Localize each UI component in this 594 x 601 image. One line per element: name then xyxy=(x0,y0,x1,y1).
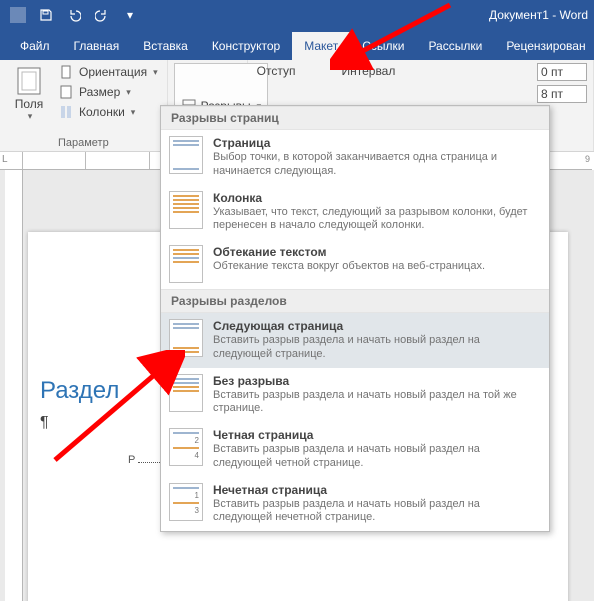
orientation-button[interactable]: Ориентация▾ xyxy=(56,63,161,81)
section-break-marker: Р xyxy=(128,454,135,466)
spacing-before-input[interactable]: 0 пт xyxy=(537,63,587,81)
tab-review[interactable]: Рецензирован xyxy=(494,32,594,60)
next-page-break-icon xyxy=(169,319,203,357)
qat-more-icon[interactable]: ▾ xyxy=(118,3,142,27)
margins-button[interactable]: Поля ▾ xyxy=(6,63,52,135)
pilcrow-icon: ¶ xyxy=(40,414,49,432)
break-odd-page[interactable]: 13 Нечетная страницаВставить разрыв разд… xyxy=(161,477,549,532)
document-title: Документ1 - Word xyxy=(489,8,588,22)
spacing-after-input[interactable]: 8 пт xyxy=(537,85,587,103)
break-column[interactable]: КолонкаУказывает, что текст, следующий з… xyxy=(161,185,549,240)
group-page-setup: Поля ▾ Ориентация▾ Размер▾ Колонки▾ Пара… xyxy=(0,60,168,151)
odd-page-break-icon: 13 xyxy=(169,483,203,521)
margins-label: Поля xyxy=(15,97,44,111)
title-bar: ▾ Документ1 - Word xyxy=(0,0,594,30)
even-page-break-icon: 24 xyxy=(169,428,203,466)
size-button[interactable]: Размер▾ xyxy=(56,83,161,101)
chevron-down-icon: ▾ xyxy=(28,111,33,122)
break-continuous[interactable]: Без разрываВставить разрыв раздела и нач… xyxy=(161,368,549,423)
tab-insert[interactable]: Вставка xyxy=(131,32,200,60)
ribbon-tabs: Файл Главная Вставка Конструктор Макет С… xyxy=(0,30,594,60)
break-text-wrapping[interactable]: Обтекание текстомОбтекание текста вокруг… xyxy=(161,239,549,289)
breaks-dropdown: Разрывы страниц СтраницаВыбор точки, в к… xyxy=(160,105,550,532)
margins-icon xyxy=(13,65,45,97)
spacing-header: Интервал xyxy=(338,63,398,79)
redo-icon[interactable] xyxy=(90,3,114,27)
indent-header: Отступ xyxy=(254,63,299,79)
vertical-ruler[interactable] xyxy=(5,170,23,601)
tab-mailings[interactable]: Рассылки xyxy=(416,32,494,60)
ruler-tab-selector[interactable]: L xyxy=(2,154,8,165)
undo-icon[interactable] xyxy=(62,3,86,27)
size-icon xyxy=(59,84,75,100)
break-page[interactable]: СтраницаВыбор точки, в которой заканчива… xyxy=(161,130,549,185)
quick-access-toolbar: ▾ xyxy=(6,3,142,27)
continuous-break-icon xyxy=(169,374,203,412)
break-even-page[interactable]: 24 Четная страницаВставить разрыв раздел… xyxy=(161,422,549,477)
columns-icon xyxy=(59,104,75,120)
orientation-icon xyxy=(59,64,75,80)
section-breaks-header: Разрывы разделов xyxy=(161,289,549,313)
tab-file[interactable]: Файл xyxy=(8,32,62,60)
page-breaks-header: Разрывы страниц xyxy=(161,106,549,130)
tab-home[interactable]: Главная xyxy=(62,32,132,60)
tab-layout[interactable]: Макет xyxy=(292,32,350,60)
group-page-setup-label: Параметр xyxy=(6,137,161,149)
heading-text[interactable]: Раздел xyxy=(40,377,119,405)
break-next-page[interactable]: Следующая страницаВставить разрыв раздел… xyxy=(161,313,549,368)
tab-design[interactable]: Конструктор xyxy=(200,32,292,60)
word-icon[interactable] xyxy=(6,3,30,27)
columns-button[interactable]: Колонки▾ xyxy=(56,103,161,121)
text-wrap-break-icon xyxy=(169,245,203,283)
save-icon[interactable] xyxy=(34,3,58,27)
page-break-icon xyxy=(169,136,203,174)
tab-references[interactable]: Ссылки xyxy=(350,32,416,60)
column-break-icon xyxy=(169,191,203,229)
